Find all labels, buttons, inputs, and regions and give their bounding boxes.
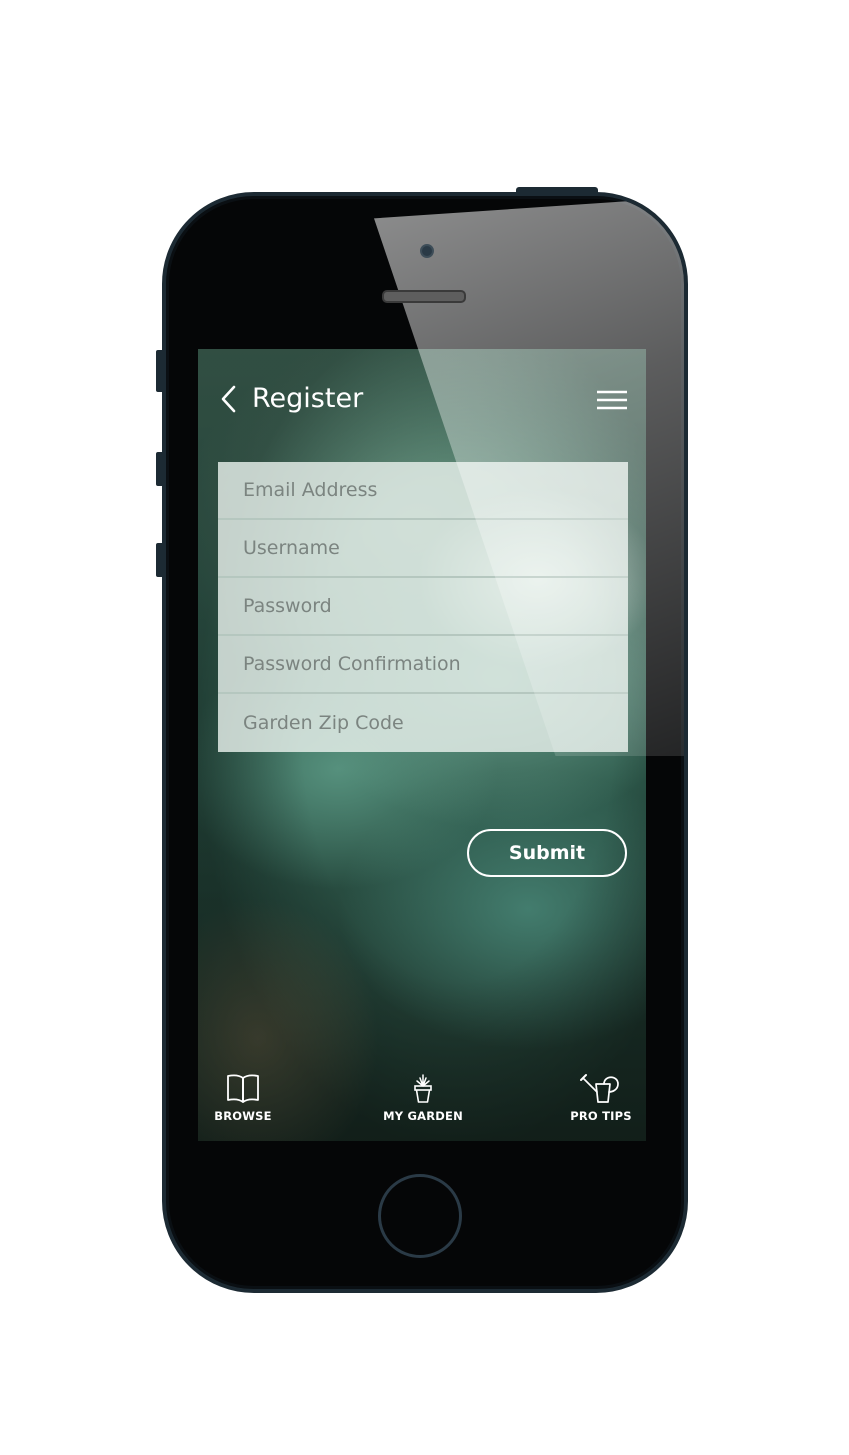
earpiece-speaker: [382, 290, 466, 303]
password-field[interactable]: [218, 578, 628, 636]
watering-can-icon: [580, 1074, 619, 1103]
password-confirmation-field[interactable]: [218, 636, 628, 694]
register-form: [218, 462, 628, 752]
submit-button[interactable]: Submit: [467, 829, 627, 877]
front-camera: [420, 244, 434, 258]
tab-browse[interactable]: BROWSE: [198, 1064, 298, 1141]
tab-my-garden[interactable]: MY GARDEN: [368, 1064, 478, 1141]
bottom-tab-bar: BROWSE MY GARDEN PRO TIPS: [198, 1064, 646, 1141]
book-icon: [227, 1074, 259, 1103]
potted-plant-icon: [414, 1074, 432, 1103]
username-field[interactable]: [218, 520, 628, 578]
email-field[interactable]: [218, 462, 628, 520]
tab-pro-tips-label: PRO TIPS: [570, 1109, 632, 1123]
hamburger-menu-icon[interactable]: [596, 389, 628, 411]
nav-header: Register: [198, 349, 646, 449]
page-title: Register: [252, 383, 364, 414]
chevron-left-icon[interactable]: [218, 385, 240, 413]
tab-browse-label: BROWSE: [214, 1109, 272, 1123]
tab-pro-tips[interactable]: PRO TIPS: [546, 1064, 646, 1141]
tab-my-garden-label: MY GARDEN: [383, 1109, 463, 1123]
phone-device: Register Submit BROWSE: [162, 192, 688, 1293]
garden-zip-code-field[interactable]: [218, 694, 628, 752]
home-button[interactable]: [378, 1174, 462, 1258]
app-screen: Register Submit BROWSE: [198, 349, 646, 1141]
